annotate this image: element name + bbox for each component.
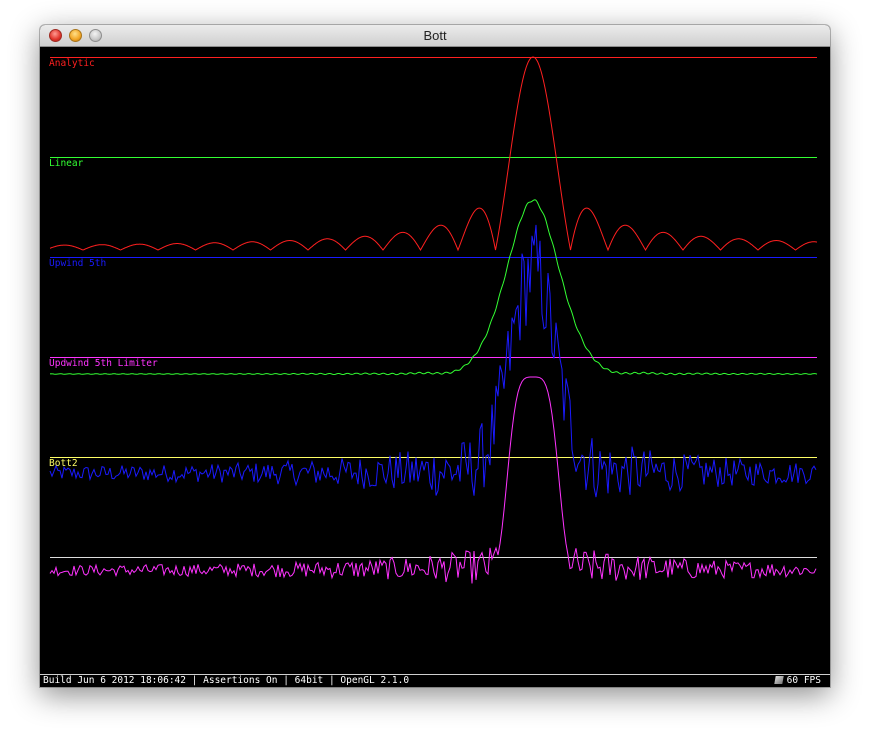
upwind-5th-curve [49, 224, 817, 498]
app-window: Bott Analytic Linear Upwind 5th Updwind … [40, 25, 830, 687]
plot-svg [49, 56, 818, 584]
label-upwind-5th: Upwind 5th [49, 258, 107, 269]
label-linear: Linear [49, 158, 84, 169]
status-bar: Build Jun 6 2012 18:06:42 | Assertions O… [40, 674, 830, 687]
title-bar[interactable]: Bott [40, 25, 830, 47]
fps-readout: 60 FPS [773, 675, 821, 686]
label-analytic: Analytic [49, 58, 95, 69]
window-title: Bott [423, 28, 447, 43]
build-info: Build Jun 6 2012 18:06:42 | Assertions O… [43, 675, 410, 686]
fps-text: 60 FPS [786, 675, 821, 686]
label-bott2: Bott2 [49, 458, 78, 469]
fps-icon [773, 676, 784, 684]
render-canvas[interactable]: Analytic Linear Upwind 5th Updwind 5th L… [40, 47, 830, 674]
label-upwind-5th-limiter: Updwind 5th Limiter [49, 358, 158, 369]
linear-curve [49, 199, 818, 376]
analytic-curve [49, 56, 818, 252]
